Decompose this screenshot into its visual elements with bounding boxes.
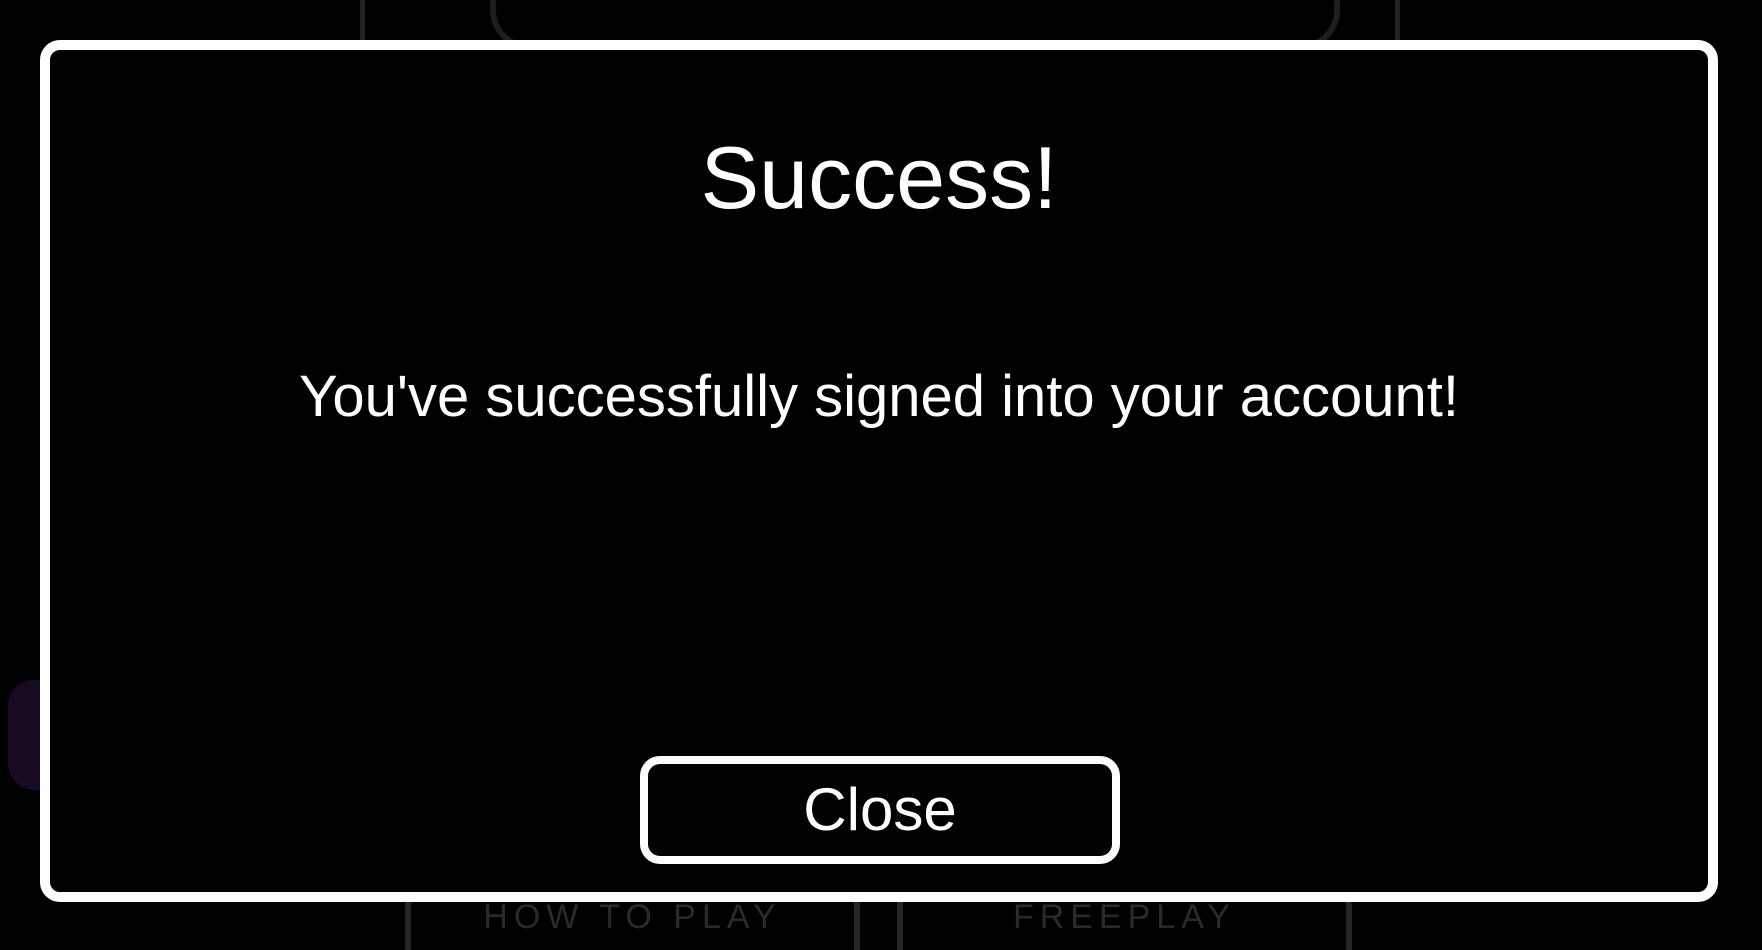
success-dialog: Success! You've successfully signed into… — [40, 40, 1718, 902]
dialog-title: Success! — [700, 128, 1058, 227]
background-how-to-play-label: HOW TO PLAY — [483, 898, 782, 936]
game-screen: HOW TO PLAY FREEPLAY Success! You've suc… — [0, 0, 1762, 950]
close-button[interactable]: Close — [640, 756, 1120, 864]
dialog-message: You've successfully signed into your acc… — [299, 364, 1459, 429]
background-freeplay-label: FREEPLAY — [1012, 898, 1237, 936]
